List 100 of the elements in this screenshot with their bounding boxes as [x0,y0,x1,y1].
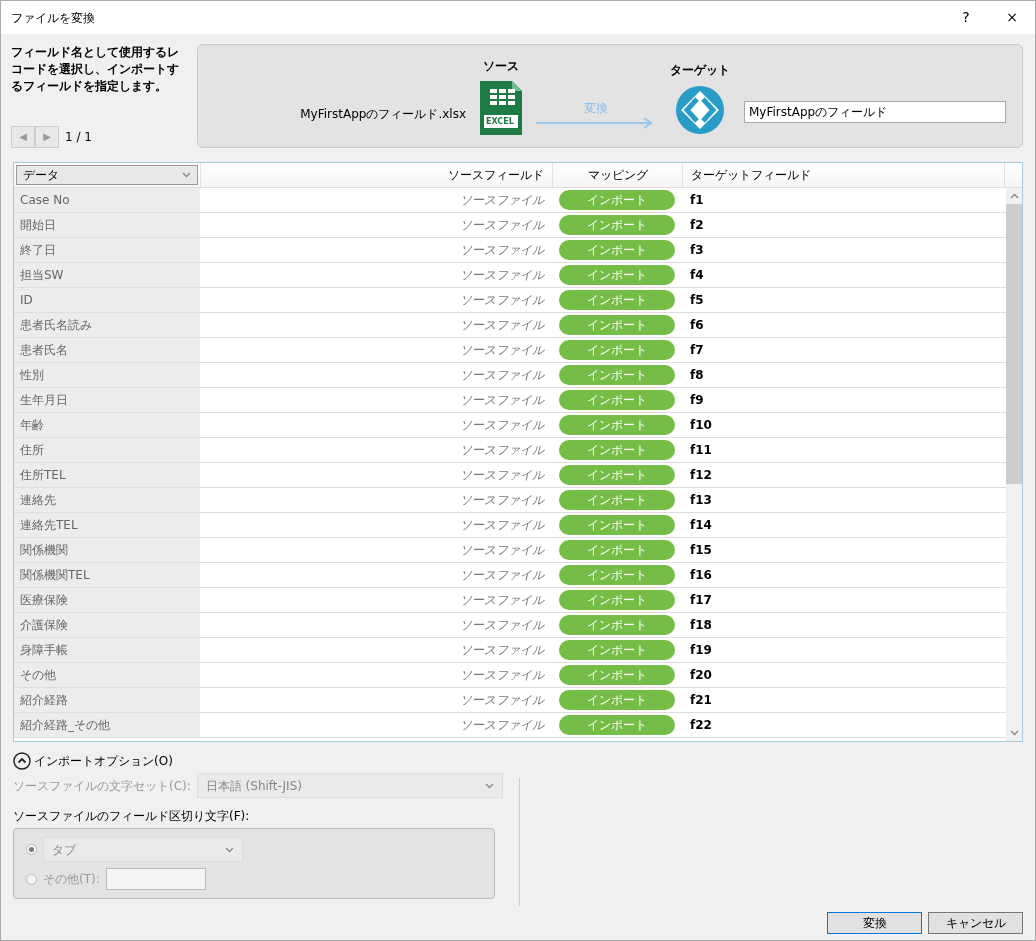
import-toggle[interactable]: インポート [559,440,675,460]
import-toggle[interactable]: インポート [559,365,675,385]
window-title: ファイルを変換 [11,9,96,27]
target-field-cell-text: f18 [689,617,713,634]
field-name-cell: ID [14,288,200,312]
record-counter: 1 / 1 [65,128,92,146]
source-field-cell-text: ソースファイル [459,192,546,209]
field-name-cell: 年齢 [14,413,200,437]
column-header: ターゲットフィールド [682,163,1004,187]
source-field-cell-text: ソースファイル [459,342,546,359]
import-toggle[interactable]: インポート [559,690,675,710]
field-name-cell: 担当SW [14,263,200,287]
field-name-cell: 連絡先 [14,488,200,512]
close-button[interactable]: × [989,1,1035,34]
import-toggle[interactable]: インポート [559,515,675,535]
import-toggle[interactable]: インポート [559,665,675,685]
chevron-icon [225,846,234,853]
field-name-cell: 紹介経路 [14,688,200,712]
source-heading: ソース [483,58,519,75]
target-name-field[interactable]: MyFirstAppのフィールド [744,101,1006,123]
target-field-cell-text: f10 [689,417,713,434]
source-field-cell-text: ソースファイル [459,417,546,434]
scroll-up-icon[interactable] [1009,193,1019,199]
target-field-cell-text: f7 [689,342,705,359]
previous-record-button[interactable]: ◀ [11,126,35,148]
source-field-cell-text: ソースファイル [459,267,546,284]
source-field-cell-text: ソースファイル [459,467,546,484]
import-toggle[interactable]: インポート [559,715,675,735]
source-field-cell-text: ソースファイル [459,667,546,684]
file-type-label: EXCEL [486,117,514,127]
field-name-cell: 終了日 [14,238,200,262]
target-field-cell-text: f21 [689,692,713,709]
chevron-icon [485,782,494,789]
field-name-cell: 関係機関TEL [14,563,200,587]
source-field-cell-text: ソースファイル [459,217,546,234]
import-toggle[interactable]: インポート [559,290,675,310]
field-name-cell: 患者氏名 [14,338,200,362]
instructions-text: フィールド名として使用するレコードを選択し、インポートするフィールドを指定します。 [11,44,180,95]
import-toggle[interactable]: インポート [559,415,675,435]
import-toggle[interactable]: インポート [559,340,675,360]
scrollbar-thumb[interactable] [1006,204,1022,484]
import-toggle[interactable]: インポート [559,190,675,210]
target-field-cell-text: f22 [689,717,713,734]
dialog-button[interactable]: 変換 [827,912,922,934]
source-field-cell-text: ソースファイル [459,542,546,559]
collapse-toggle-icon[interactable] [13,752,31,770]
field-name-cell: 患者氏名読み [14,313,200,337]
target-field-cell-text: f16 [689,567,713,584]
import-toggle[interactable]: インポート [559,490,675,510]
source-field-cell-text: ソースファイル [459,717,546,734]
scroll-down-icon[interactable] [1009,730,1019,736]
import-toggle[interactable]: インポート [559,215,675,235]
help-button[interactable]: ? [943,1,989,34]
source-field-cell-text: ソースファイル [459,317,546,334]
source-field-cell-text: ソースファイル [459,617,546,634]
dialog-button[interactable]: キャンセル [928,912,1023,934]
import-toggle[interactable]: インポート [559,265,675,285]
field-name-cell: 開始日 [14,213,200,237]
import-toggle[interactable]: インポート [559,565,675,585]
source-field-cell-text: ソースファイル [459,592,546,609]
field-name-cell: 紹介経路_その他 [14,713,200,737]
target-field-cell-text: f6 [689,317,705,334]
target-field-cell-text: f11 [689,442,713,459]
option-label: その他(T): [43,871,100,888]
field-name-cell: 介護保険 [14,613,200,637]
field-name-cell: 身障手帳 [14,638,200,662]
field-name-cell: 性別 [14,363,200,387]
import-toggle[interactable]: インポート [559,315,675,335]
charset-label: ソースファイルの文字セット(C): [13,777,191,795]
source-field-cell-text: ソースファイル [459,392,546,409]
import-toggle[interactable]: インポート [559,240,675,260]
import-toggle[interactable]: インポート [559,540,675,560]
field-name-cell: その他 [14,663,200,687]
next-record-button[interactable]: ▶ [35,126,59,148]
target-field-cell-text: f13 [689,492,713,509]
target-field-cell-text: f20 [689,667,713,684]
import-toggle[interactable]: インポート [559,640,675,660]
target-field-cell-text: f14 [689,517,713,534]
target-field-cell-text: f3 [689,242,705,259]
target-field-cell-text: f17 [689,592,713,609]
column-header: マッピング [552,163,682,187]
target-field-cell-text: f19 [689,642,713,659]
target-field-cell-text: f2 [689,217,705,234]
import-toggle[interactable]: インポート [559,390,675,410]
field-name-cell: 住所 [14,438,200,462]
import-toggle[interactable]: インポート [559,465,675,485]
source-file-name: MyFirstAppのフィールド.xlsx [300,106,466,123]
record-select[interactable]: データ [16,165,198,185]
target-field-cell-text: f15 [689,542,713,559]
source-field-cell-text: ソースファイル [459,367,546,384]
scrollbar[interactable] [1006,188,1022,741]
field-name-cell: Case No [14,188,200,212]
delimiter-label: ソースファイルのフィールド区切り文字(F): [13,808,251,825]
app-logo-icon [675,85,725,135]
target-field-cell-text: f8 [689,367,705,384]
source-field-cell-text: ソースファイル [459,517,546,534]
source-field-cell-text: ソースファイル [459,567,546,584]
source-field-cell-text: ソースファイル [459,292,546,309]
import-toggle[interactable]: インポート [559,615,675,635]
import-toggle[interactable]: インポート [559,590,675,610]
